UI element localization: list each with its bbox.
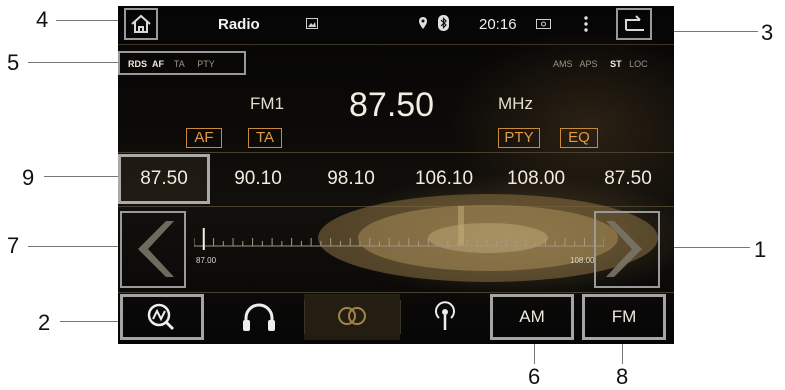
fm-button[interactable]: FM: [582, 294, 666, 340]
gallery-icon: [306, 18, 318, 29]
af-button[interactable]: AF: [186, 128, 222, 148]
flag-pty: PTY: [197, 59, 215, 69]
callout-9: 9: [22, 165, 35, 190]
prev-arrow-icon: [138, 221, 174, 277]
tuning-scale[interactable]: [194, 226, 604, 254]
am-button[interactable]: AM: [490, 294, 574, 340]
callout-8: 8: [616, 364, 629, 389]
flag-ta: TA: [173, 59, 185, 69]
back-icon: [625, 15, 644, 31]
callout-7-line: [28, 246, 120, 247]
presets-top-divider: [118, 152, 674, 153]
callout-4-line: [56, 20, 124, 21]
scale-ticks: [194, 238, 604, 246]
fm-button-label: FM: [611, 307, 637, 326]
status-divider: [118, 44, 674, 45]
bottom-divider: [118, 292, 674, 293]
next-arrow-icon: [606, 221, 642, 277]
search-scan-button[interactable]: [120, 294, 204, 340]
flag-rds: RDS: [128, 59, 148, 69]
callout-9-line: [44, 176, 118, 177]
callout-3: 3: [761, 20, 774, 45]
callout-5-line: [28, 62, 118, 63]
battery-icon: [536, 19, 551, 29]
callout-1-line: [662, 247, 750, 248]
callout-5: 5: [7, 50, 20, 75]
home-icon: [131, 14, 151, 33]
antenna-button[interactable]: [400, 294, 490, 340]
bottom-sep-1: [304, 300, 305, 334]
callout-2-line: [60, 321, 122, 322]
callout-6: 6: [528, 364, 541, 389]
flag-aps: APS: [579, 59, 598, 69]
rds-flags-left: RDS AF TA PTY: [128, 59, 215, 69]
callout-6-line: [534, 342, 535, 364]
callout-4: 4: [36, 7, 49, 32]
pty-button[interactable]: PTY: [498, 128, 540, 148]
next-button[interactable]: [594, 211, 660, 288]
back-button[interactable]: [616, 8, 652, 40]
eq-button[interactable]: EQ: [560, 128, 598, 148]
menu-dots-icon[interactable]: [583, 15, 589, 33]
bluetooth-icon: [438, 15, 449, 31]
rds-flags-right: AMS APS ST LOC: [553, 59, 648, 69]
location-icon: [419, 17, 427, 29]
headphones-button[interactable]: [214, 294, 304, 340]
radio-screen: Radio 20:16 RDS AF TA PTY AMS APS ST LOC…: [118, 6, 674, 344]
am-button-label: AM: [519, 307, 545, 326]
status-bar: Radio 20:16: [118, 6, 674, 44]
clock: 20:16: [479, 16, 517, 33]
flag-loc: LOC: [629, 59, 648, 69]
antenna-icon: [435, 301, 455, 330]
frequency-display: 87.50: [349, 86, 435, 124]
app-title: Radio: [218, 16, 260, 33]
scale-min-label: 87.00: [196, 256, 217, 265]
callout-1: 1: [754, 237, 767, 262]
flag-af: AF: [152, 59, 165, 69]
search-scan-icon: [147, 303, 175, 331]
prev-button[interactable]: [120, 211, 186, 288]
stereo-button[interactable]: [304, 294, 400, 340]
ta-button[interactable]: TA: [248, 128, 282, 148]
callout-8-line: [622, 342, 623, 364]
flag-ams: AMS: [553, 59, 573, 69]
stereo-rings-icon: [338, 307, 366, 325]
unit-label: MHz: [498, 94, 533, 113]
callout-7: 7: [7, 233, 20, 258]
band-label: FM1: [250, 94, 284, 113]
preset-1[interactable]: 87.50: [118, 154, 210, 204]
home-button[interactable]: [124, 8, 158, 40]
headphones-icon: [243, 303, 275, 331]
flag-st: ST: [610, 59, 622, 69]
callout-2: 2: [38, 310, 51, 335]
bottom-sep-2: [400, 300, 401, 334]
scale-max-label: 108.00: [570, 256, 595, 265]
